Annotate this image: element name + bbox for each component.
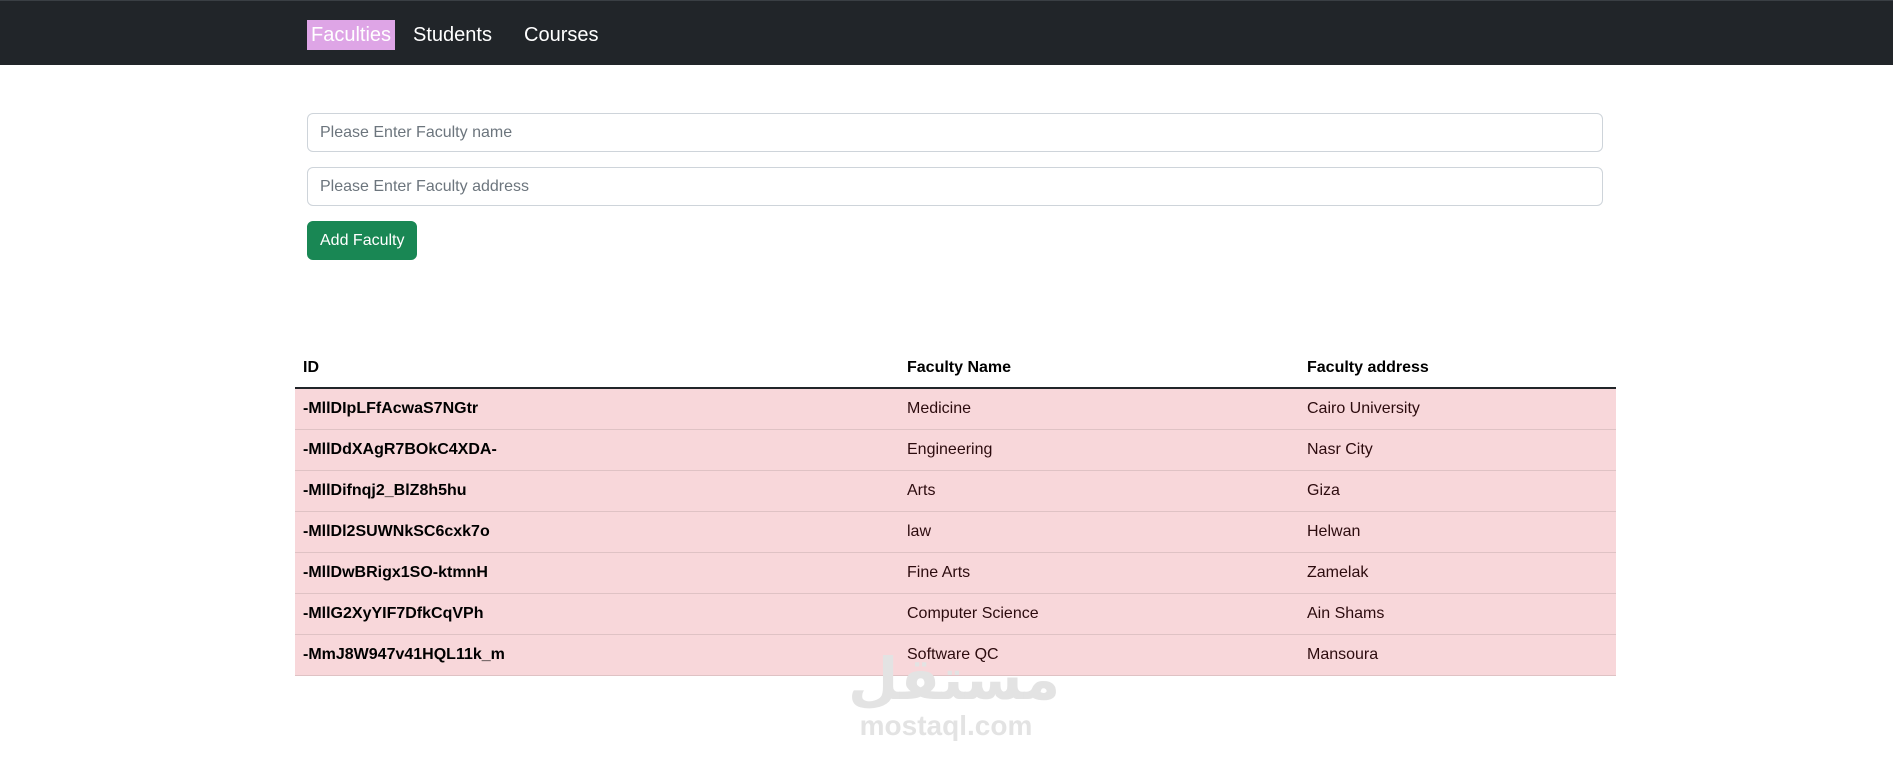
cell-faculty-address: Zamelak: [1299, 552, 1616, 594]
cell-id: -MllDwBRigx1SO-ktmnH: [295, 552, 899, 594]
cell-faculty-address: Mansoura: [1299, 634, 1616, 676]
cell-id: -MllDIpLFfAcwaS7NGtr: [295, 388, 899, 430]
add-faculty-button[interactable]: Add Faculty: [307, 221, 418, 260]
cell-faculty-name: Computer Science: [899, 593, 1299, 635]
cell-id: -MmJ8W947v41HQL11k_m: [295, 634, 899, 676]
cell-id: -MllDdXAgR7BOkC4XDA-: [295, 429, 899, 471]
cell-faculty-name: Fine Arts: [899, 552, 1299, 594]
mostaql-watermark: مستقل mostaql.com: [848, 647, 1061, 742]
table-row: -MllDifnqj2_BlZ8h5hu Arts Giza: [295, 470, 1616, 512]
table-row: -MllG2XyYIF7DfkCqVPh Computer Science Ai…: [295, 593, 1616, 635]
cell-id: -MllG2XyYIF7DfkCqVPh: [295, 593, 899, 635]
header-id: ID: [295, 349, 899, 389]
faculty-address-input[interactable]: [307, 167, 1603, 206]
cell-faculty-address: Helwan: [1299, 511, 1616, 553]
cell-id: -MllDl2SUWNkSC6cxk7o: [295, 511, 899, 553]
watermark-latin-text: mostaql.com: [859, 710, 1033, 741]
cell-faculty-name: Engineering: [899, 429, 1299, 471]
faculty-name-input[interactable]: [307, 113, 1603, 152]
table-row: -MllDdXAgR7BOkC4XDA- Engineering Nasr Ci…: [295, 429, 1616, 471]
cell-faculty-name: law: [899, 511, 1299, 553]
header-faculty-name: Faculty Name: [899, 349, 1299, 389]
nav-link-students[interactable]: Students: [409, 20, 496, 50]
cell-faculty-name: Medicine: [899, 388, 1299, 430]
table-row: -MllDIpLFfAcwaS7NGtr Medicine Cairo Univ…: [295, 388, 1616, 430]
nav-link-faculties[interactable]: Faculties: [307, 20, 396, 50]
table-header-row: ID Faculty Name Faculty address: [295, 349, 1616, 389]
table-row: -MllDl2SUWNkSC6cxk7o law Helwan: [295, 511, 1616, 553]
nav-link-courses[interactable]: Courses: [520, 20, 602, 50]
cell-id: -MllDifnqj2_BlZ8h5hu: [295, 470, 899, 512]
cell-faculty-address: Cairo University: [1299, 388, 1616, 430]
header-faculty-address: Faculty address: [1299, 349, 1616, 389]
cell-faculty-address: Giza: [1299, 470, 1616, 512]
cell-faculty-name: Arts: [899, 470, 1299, 512]
cell-faculty-address: Nasr City: [1299, 429, 1616, 471]
cell-faculty-address: Ain Shams: [1299, 593, 1616, 635]
watermark-arabic-text: مستقل: [848, 647, 1061, 712]
faculties-table: ID Faculty Name Faculty address -MllDIpL…: [295, 349, 1616, 676]
top-navbar: Faculties Students Courses: [0, 0, 1893, 65]
table-row: -MllDwBRigx1SO-ktmnH Fine Arts Zamelak: [295, 552, 1616, 594]
